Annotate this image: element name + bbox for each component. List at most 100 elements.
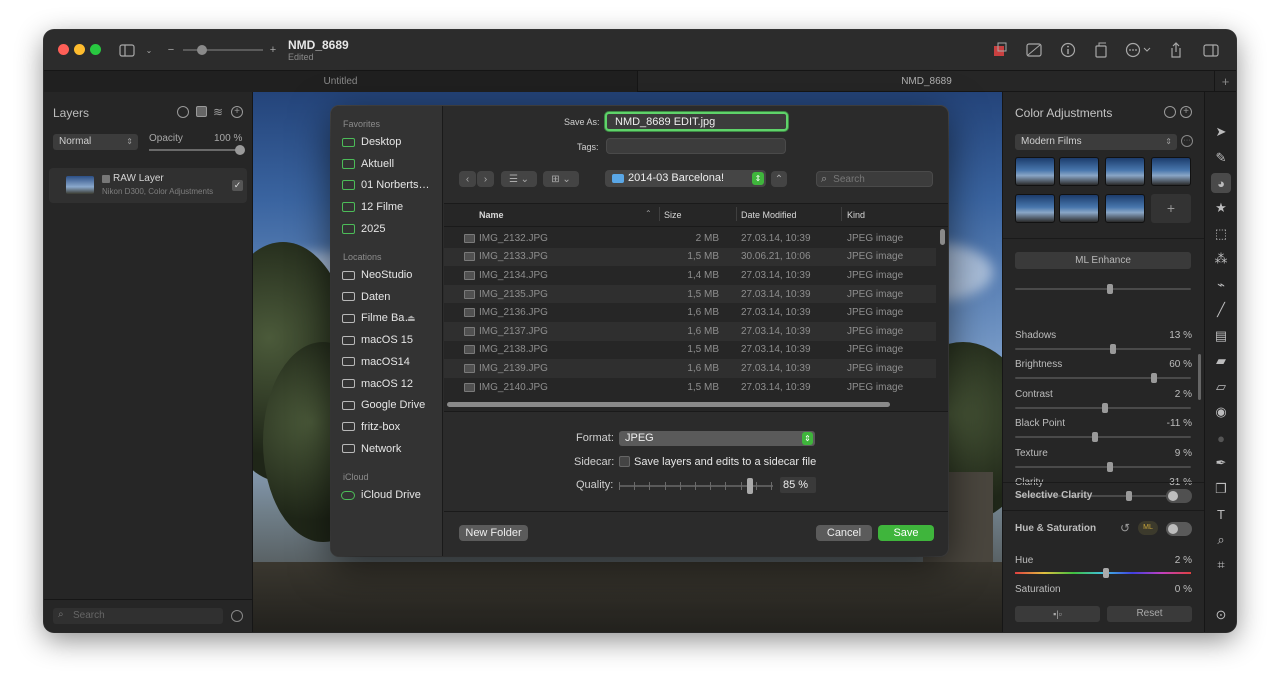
sidecar-checkbox[interactable] — [619, 456, 630, 467]
magic-select-icon[interactable]: ⁂ — [1211, 249, 1231, 269]
file-row[interactable]: IMG_2135.JPG 1,5 MB 27.03.14, 10:39 JPEG im… — [444, 284, 936, 304]
retouch-tool-icon[interactable]: ✎ — [1211, 148, 1231, 168]
file-row[interactable]: IMG_2133.JPG 1,5 MB 30.06.21, 10:06 JPEG im… — [444, 247, 936, 267]
zoom-slider[interactable] — [183, 45, 263, 55]
preset-thumbnail[interactable] — [1015, 157, 1055, 186]
preset-thumbnail[interactable] — [1015, 194, 1055, 223]
crop-tool-icon[interactable]: ⌗ — [1211, 555, 1231, 575]
preset-thumbnail[interactable] — [1059, 194, 1099, 223]
selection-tool-icon[interactable]: ⬚ — [1211, 224, 1231, 244]
pointer-tool-icon[interactable]: ➤ — [1211, 122, 1231, 142]
column-kind[interactable]: Kind — [847, 210, 865, 220]
save-button[interactable]: Save — [878, 525, 934, 541]
ml-badge[interactable]: ML — [1138, 521, 1158, 535]
favorite-item[interactable]: 2025 — [341, 219, 385, 239]
eraser-tool-icon[interactable]: ▰ — [1211, 351, 1231, 371]
quality-slider-knob[interactable] — [746, 478, 753, 494]
layer-search-field[interactable]: ⌕ Search — [53, 608, 223, 624]
tab-untitled[interactable]: Untitled — [44, 71, 638, 92]
selective-clarity-toggle[interactable] — [1166, 489, 1192, 503]
tab-nmd-8689[interactable]: NMD_8689 — [639, 71, 1214, 92]
layer-visibility-checkbox[interactable]: ✓ — [232, 180, 243, 191]
favorite-item[interactable]: 01 Norberts… — [341, 175, 429, 195]
inspector-toggle-icon[interactable] — [1202, 41, 1220, 59]
save-as-field[interactable]: NMD_8689 EDIT.jpg — [605, 112, 788, 131]
zoom-tool-icon[interactable]: ⌕ — [1211, 530, 1231, 550]
preset-thumbnail[interactable] — [1105, 157, 1145, 186]
zoom-in-icon[interactable]: + — [264, 41, 282, 59]
text-tool-icon[interactable]: T — [1211, 504, 1231, 524]
filter-icon[interactable] — [231, 610, 243, 622]
add-layer-icon[interactable]: + — [231, 106, 243, 118]
crop-duplicate-icon[interactable] — [1092, 41, 1110, 59]
location-item[interactable]: Filme Ba… ⏏ — [341, 308, 416, 328]
adjustment-slider-knob[interactable] — [1125, 491, 1132, 501]
adjust-tool-icon[interactable]: ◕ — [1211, 173, 1231, 193]
location-item[interactable]: fritz-box — [341, 417, 400, 437]
chevron-down-icon[interactable]: ⌄ — [140, 41, 158, 59]
heal-tool-icon[interactable]: ▱ — [1211, 377, 1231, 397]
mask-icon[interactable] — [196, 106, 207, 117]
add-adjustment-icon[interactable]: + — [1180, 106, 1192, 118]
cancel-button[interactable]: Cancel — [816, 525, 872, 541]
shape-tool-icon[interactable]: ❐ — [1211, 479, 1231, 499]
more-tools-icon[interactable]: ⊙ — [1211, 605, 1231, 625]
adjustment-slider[interactable] — [1015, 432, 1191, 443]
collapse-icon[interactable] — [1164, 106, 1176, 118]
adjustment-slider-knob[interactable] — [1106, 461, 1113, 472]
column-size[interactable]: Size — [664, 210, 682, 220]
location-item[interactable]: macOS 12 — [341, 374, 413, 394]
gradient-tool-icon[interactable]: ● — [1211, 428, 1231, 448]
clone-tool-icon[interactable]: ◉ — [1211, 402, 1231, 422]
layers-stack-icon[interactable]: ≋ — [213, 105, 223, 119]
location-item[interactable]: Daten — [341, 287, 390, 307]
preset-thumbnail[interactable] — [1059, 157, 1099, 186]
close-window-button[interactable] — [58, 44, 69, 55]
reset-button[interactable]: Reset — [1107, 606, 1192, 622]
vertical-scrollbar[interactable] — [940, 229, 945, 245]
location-item[interactable]: macOS 15 — [341, 330, 413, 350]
adjustment-slider-knob[interactable] — [1091, 432, 1098, 443]
format-select[interactable]: JPEG ⇕ — [619, 431, 815, 446]
dialog-search-field[interactable]: ⌕ Search — [816, 171, 933, 187]
sidebar-toggle-icon[interactable] — [118, 41, 136, 59]
favorite-item[interactable]: Desktop — [341, 132, 401, 152]
minimize-window-button[interactable] — [74, 44, 85, 55]
zoom-window-button[interactable] — [90, 44, 101, 55]
file-row[interactable]: IMG_2139.JPG 1,6 MB 27.03.14, 10:39 JPEG im… — [444, 359, 936, 378]
file-row[interactable]: IMG_2136.JPG 1,6 MB 27.03.14, 10:39 JPEG im… — [444, 303, 936, 322]
tags-field[interactable] — [606, 138, 786, 154]
back-icon[interactable]: ‹ — [459, 171, 476, 187]
adjustment-slider[interactable] — [1015, 402, 1191, 413]
adjustment-slider-knob[interactable] — [1110, 344, 1117, 354]
location-item[interactable]: macOS14 — [341, 352, 410, 372]
quality-value[interactable]: 85 % — [780, 477, 816, 493]
reset-icon[interactable]: ↺ — [1120, 521, 1130, 535]
lasso-tool-icon[interactable]: ⌁ — [1211, 275, 1231, 295]
icloud-item[interactable]: iCloud Drive — [341, 485, 421, 505]
image-adjust-icon[interactable] — [1025, 41, 1043, 59]
add-preset-button[interactable]: + — [1151, 194, 1191, 223]
quality-slider[interactable] — [619, 478, 773, 494]
expand-up-icon[interactable]: ⌃ — [771, 171, 787, 187]
horizontal-scrollbar[interactable] — [447, 402, 890, 407]
share-icon[interactable] — [1167, 41, 1185, 59]
opacity-slider[interactable] — [149, 145, 245, 155]
adjustment-slider[interactable] — [1015, 344, 1191, 354]
file-row[interactable]: IMG_2134.JPG 1,4 MB 27.03.14, 10:39 JPEG im… — [444, 266, 936, 285]
adjustment-slider-knob[interactable] — [1101, 402, 1108, 413]
ml-enhance-slider[interactable] — [1015, 284, 1191, 294]
adjustment-slider-knob[interactable] — [1151, 373, 1157, 384]
zoom-out-icon[interactable]: − — [162, 41, 180, 59]
file-row[interactable]: IMG_2140.JPG 1,5 MB 27.03.14, 10:39 JPEG im… — [444, 378, 936, 397]
eject-icon[interactable]: ⏏ — [407, 313, 416, 324]
new-folder-button[interactable]: New Folder — [459, 525, 528, 541]
info-icon[interactable] — [1059, 41, 1077, 59]
hue-slider[interactable] — [1015, 568, 1191, 578]
favorite-item[interactable]: 12 Filme — [341, 197, 403, 217]
preset-select[interactable]: Modern Films ⇕ — [1015, 134, 1177, 150]
column-date[interactable]: Date Modified — [741, 210, 797, 220]
location-item[interactable]: NeoStudio — [341, 265, 412, 285]
preset-thumbnail[interactable] — [1105, 194, 1145, 223]
adjustment-slider[interactable] — [1015, 461, 1191, 472]
